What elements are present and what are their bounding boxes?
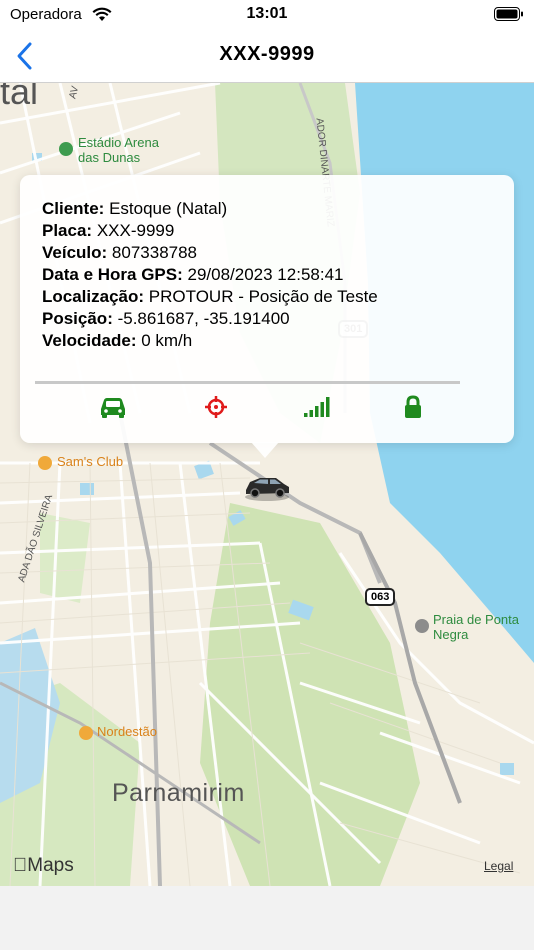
- map-label-parnamirim: Parnamirim: [112, 779, 245, 807]
- info-line-localizacao: Localização: PROTOUR - Posição de Teste: [42, 286, 378, 308]
- signal-icon[interactable]: [301, 395, 331, 419]
- velocidade-label: Velocidade:: [42, 331, 137, 350]
- stadium-pin-icon: [59, 142, 73, 156]
- localizacao-label: Localização:: [42, 287, 145, 306]
- store-pin-icon: [79, 726, 93, 740]
- legal-link[interactable]: Legal: [484, 859, 513, 873]
- cliente-value: Estoque (Natal): [109, 199, 228, 218]
- placa-value: XXX-9999: [96, 221, 175, 240]
- info-line-datahora: Data e Hora GPS: 29/08/2023 12:58:41: [42, 264, 378, 286]
- store-pin-icon: [38, 456, 52, 470]
- map-label-nordestao: Nordestão: [97, 724, 157, 739]
- posicao-value: -5.861687, -35.191400: [117, 309, 290, 328]
- maps-brand-label: Maps: [13, 855, 73, 876]
- placa-label: Placa:: [42, 221, 93, 240]
- info-line-posicao: Posição: -5.861687, -35.191400: [42, 308, 378, 330]
- crosshair-icon[interactable]: [201, 395, 231, 419]
- lock-icon[interactable]: [398, 395, 428, 419]
- veiculo-value: 807338788: [111, 243, 198, 262]
- callout-divider: [35, 381, 460, 384]
- localizacao-value: PROTOUR - Posição de Teste: [148, 287, 378, 306]
- map-label-stadium: Estádio Arena das Dunas: [78, 135, 159, 165]
- map-label-city-partial: tal: [0, 83, 39, 112]
- info-line-placa: Placa: XXX-9999: [42, 220, 378, 242]
- page-title: XXX-9999: [219, 43, 315, 65]
- bottom-safe-area: [0, 886, 534, 950]
- vehicle-info-details: Cliente: Estoque (Natal) Placa: XXX-9999…: [42, 198, 378, 352]
- cliente-label: Cliente:: [42, 199, 105, 218]
- datahora-label: Data e Hora GPS:: [42, 265, 183, 284]
- info-line-cliente: Cliente: Estoque (Natal): [42, 198, 378, 220]
- map-label-beach: Praia de Ponta Negra: [433, 612, 520, 642]
- car-icon[interactable]: [98, 395, 128, 419]
- velocidade-value: 0 km/h: [141, 331, 193, 350]
- apple-maps-logo: Maps: [13, 855, 74, 877]
- datahora-value: 29/08/2023 12:58:41: [187, 265, 344, 284]
- posicao-label: Posição:: [42, 309, 113, 328]
- info-line-veiculo: Veículo: 807338788: [42, 242, 378, 264]
- veiculo-label: Veículo:: [42, 243, 108, 262]
- battery-icon: [494, 7, 523, 21]
- status-bar: Operadora 13:01: [0, 0, 534, 30]
- clock: 13:01: [246, 5, 288, 22]
- navigation-bar: XXX-9999: [0, 30, 534, 83]
- route-shield-063: 063: [365, 588, 396, 606]
- vehicle-marker-icon[interactable]: [242, 470, 292, 502]
- map-label-sams-club: Sam's Club: [57, 454, 124, 469]
- beach-pin-icon: [415, 619, 429, 633]
- apple-logo-icon: : [13, 855, 27, 876]
- info-line-velocidade: Velocidade: 0 km/h: [42, 330, 378, 352]
- vehicle-info-callout: Cliente: Estoque (Natal) Placa: XXX-9999…: [20, 175, 514, 443]
- callout-pointer: [251, 442, 279, 458]
